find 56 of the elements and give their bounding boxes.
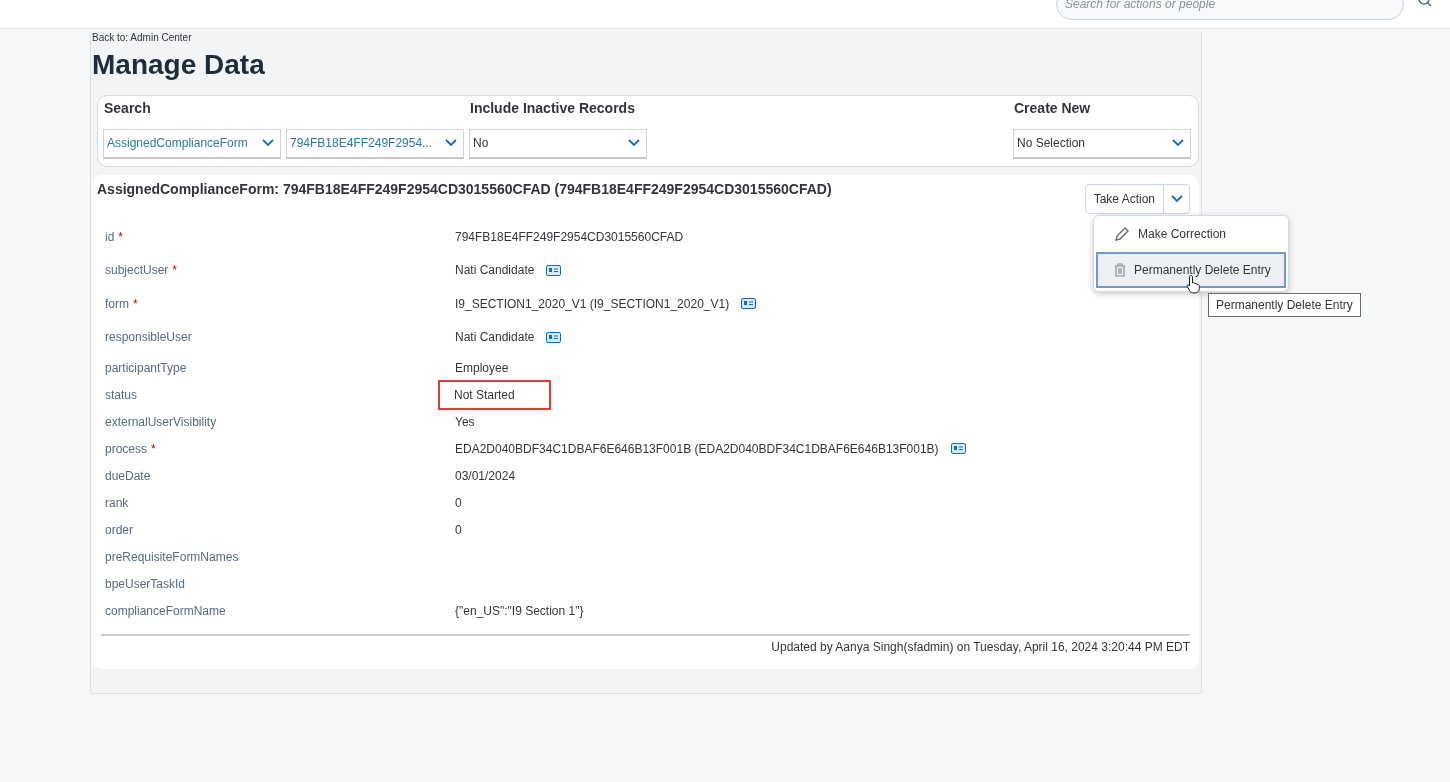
- field-value: {"en_US":"I9 Section 1"}: [455, 603, 584, 618]
- required-asterisk: *: [172, 263, 178, 278]
- contact-card-icon[interactable]: [546, 331, 562, 343]
- field-value: 0: [455, 522, 462, 537]
- field-label: externalUserVisibility: [105, 414, 217, 429]
- dropdown-select[interactable]: No Selection: [1013, 128, 1191, 159]
- search-field[interactable]: Search for actions or people: [1056, 0, 1404, 20]
- chevron-down-icon: [445, 139, 457, 147]
- field-value: Nati Candidate: [455, 330, 535, 345]
- field-value: I9_SECTION1_2020_V1 (I9_SECTION1_2020_V1): [455, 296, 730, 311]
- field-label: complianceFormName: [105, 603, 226, 618]
- inactive-records-label: Include Inactive Records: [469, 100, 636, 118]
- field-label: id: [105, 229, 115, 244]
- field-label: dueDate: [105, 468, 151, 483]
- field-value: Nati Candidate: [455, 263, 535, 278]
- dropdown-select[interactable]: AssignedComplianceForm: [103, 128, 281, 159]
- chevron-down-icon: [1172, 139, 1184, 147]
- field-label: participantType: [105, 360, 187, 375]
- dropdown-select[interactable]: No: [469, 128, 647, 159]
- page-title: Manage Data: [92, 48, 266, 82]
- field-label: order: [105, 522, 133, 537]
- field-value: Employee: [455, 360, 509, 375]
- chevron-down-icon: [1170, 195, 1183, 203]
- pencil-icon: [1114, 226, 1130, 242]
- chevron-down-icon: [262, 139, 274, 147]
- field-label: rank: [105, 495, 129, 510]
- tooltip: Permanently Delete Entry: [1208, 293, 1361, 317]
- chevron-down-icon: [628, 139, 640, 147]
- field-value: 0: [455, 495, 462, 510]
- contact-card-icon[interactable]: [546, 264, 562, 276]
- back-link[interactable]: Back to: Admin Center: [91, 32, 1201, 44]
- field-value: EDA2D040BDF34C1DBAF6E646B13F001B (EDA2D040BDF34C1DBAF6E646B13F001B): [455, 441, 939, 456]
- dropdown-select[interactable]: 794FB18E4FF249F2954...: [286, 128, 464, 159]
- contact-card-icon[interactable]: [741, 298, 757, 310]
- required-asterisk: *: [118, 229, 123, 244]
- field-label: status: [105, 387, 137, 402]
- required-asterisk: *: [151, 441, 156, 456]
- field-label: preRequisiteFormNames: [105, 549, 239, 564]
- field-value: Yes: [455, 414, 475, 429]
- field-label: subjectUser: [105, 263, 169, 278]
- search-label: Search: [103, 100, 152, 118]
- field-label: process: [105, 441, 148, 456]
- menu-item[interactable]: Permanently Delete Entry: [1096, 252, 1286, 288]
- field-label: responsibleUser: [105, 330, 192, 345]
- contact-card-icon[interactable]: [950, 443, 966, 454]
- field-value: 03/01/2024: [455, 468, 516, 483]
- field-value: 794FB18E4FF249F2954CD3015560CFAD: [455, 229, 684, 244]
- field-label: bpeUserTaskId: [105, 576, 186, 591]
- field-label: form: [105, 296, 129, 311]
- trash-icon: [1114, 263, 1126, 277]
- updated-info: Updated by Aanya Singh(sfadmin) on Tuesday, April 16, 2024 3:20:44 PM EDT: [771, 640, 1190, 654]
- create-new-label: Create New: [1013, 100, 1092, 118]
- record-title: AssignedComplianceForm: 794FB18E4FF249F2954CD3015560CFAD (794FB18E4FF249F2954CD3015560CFAD): [97, 181, 832, 197]
- required-asterisk: *: [133, 296, 138, 311]
- menu-item[interactable]: Make Correction: [1096, 216, 1286, 252]
- field-value: Not Started: [440, 381, 549, 408]
